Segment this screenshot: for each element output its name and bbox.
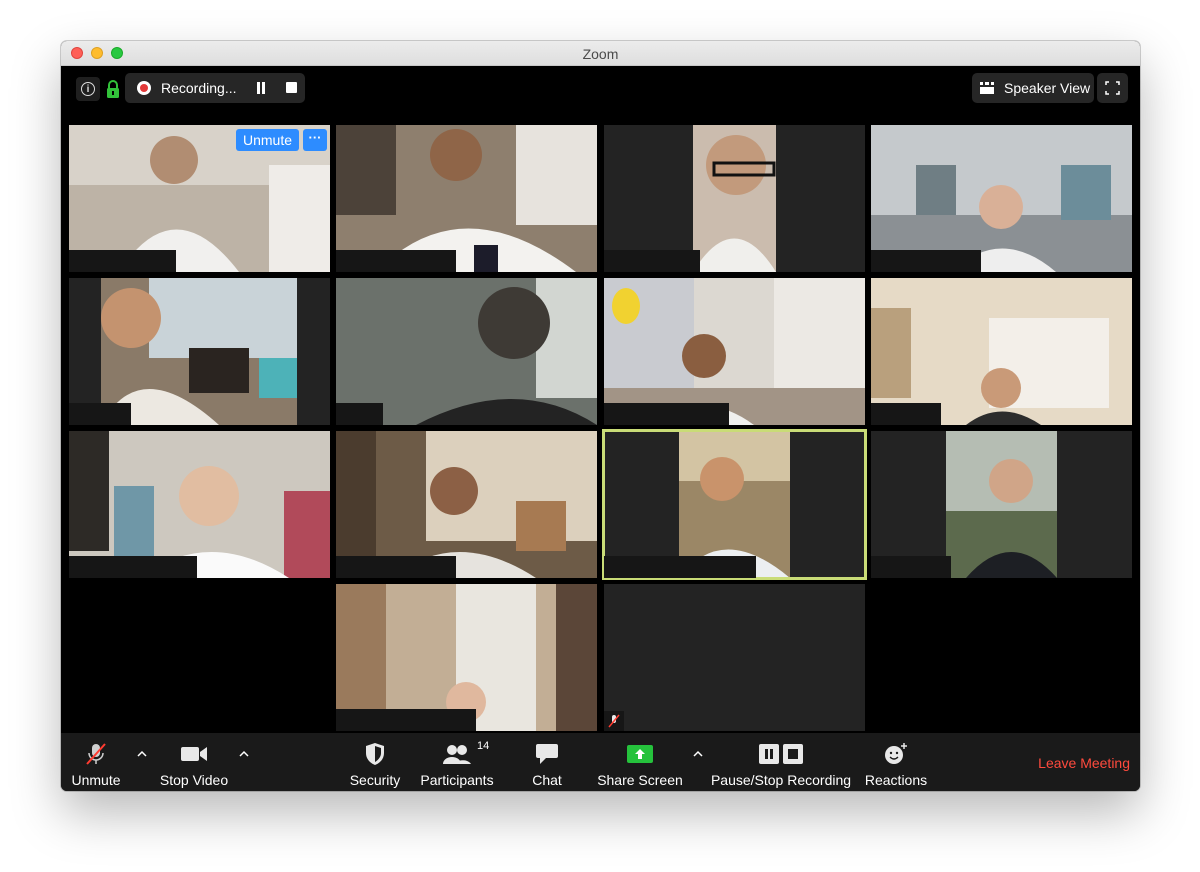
muted-mic-icon bbox=[83, 740, 109, 768]
name-label bbox=[69, 403, 131, 425]
name-label bbox=[871, 403, 941, 425]
video-tile[interactable] bbox=[336, 125, 597, 272]
shield-icon bbox=[364, 740, 386, 768]
video-tile[interactable] bbox=[871, 431, 1132, 578]
muted-mic-icon bbox=[604, 711, 624, 731]
pause-stop-label: Pause/Stop Recording bbox=[710, 772, 852, 788]
video-tile[interactable] bbox=[336, 584, 597, 731]
fullscreen-button[interactable] bbox=[1097, 73, 1128, 103]
unmute-button[interactable]: Unmute bbox=[69, 733, 123, 791]
video-tile[interactable] bbox=[69, 431, 330, 578]
name-label bbox=[69, 250, 176, 272]
unmute-label: Unmute bbox=[71, 772, 121, 788]
share-screen-button[interactable]: Share Screen bbox=[597, 733, 683, 791]
chevron-up-icon[interactable] bbox=[137, 749, 147, 759]
video-tile[interactable] bbox=[336, 431, 597, 578]
meeting-toolbar: Unmute Stop Video Security Participants … bbox=[61, 733, 1140, 791]
share-screen-label: Share Screen bbox=[597, 772, 683, 788]
chat-bubble-icon bbox=[535, 740, 559, 768]
leave-meeting-button[interactable]: Leave Meeting bbox=[1038, 755, 1130, 771]
speaker-view-icon bbox=[980, 82, 994, 94]
unmute-participant-button[interactable]: Unmute bbox=[235, 129, 299, 151]
lock-icon[interactable] bbox=[106, 79, 120, 99]
smiley-add-icon bbox=[883, 740, 909, 768]
video-tile-active-speaker[interactable] bbox=[602, 429, 867, 580]
chat-button[interactable]: Chat bbox=[527, 733, 567, 791]
recording-indicator: Recording... bbox=[125, 73, 305, 103]
name-label bbox=[871, 250, 981, 272]
participants-label: Participants bbox=[420, 772, 494, 788]
reactions-button[interactable]: Reactions bbox=[865, 733, 927, 791]
name-label bbox=[604, 250, 700, 272]
video-tile[interactable] bbox=[871, 125, 1132, 272]
pause-recording-button[interactable] bbox=[255, 82, 267, 94]
security-label: Security bbox=[349, 772, 401, 788]
chevron-up-icon[interactable] bbox=[693, 749, 703, 759]
pause-stop-recording-button[interactable]: Pause/Stop Recording bbox=[710, 733, 852, 791]
security-button[interactable]: Security bbox=[347, 733, 403, 791]
video-tile[interactable] bbox=[69, 278, 330, 425]
name-label bbox=[336, 709, 476, 731]
speaker-view-button[interactable]: Speaker View bbox=[972, 73, 1094, 103]
stop-video-label: Stop Video bbox=[159, 772, 229, 788]
participants-count: 14 bbox=[477, 740, 490, 752]
video-tile[interactable] bbox=[604, 278, 865, 425]
name-label bbox=[604, 556, 756, 578]
video-tile[interactable]: Unmute ··· bbox=[69, 125, 330, 272]
video-tile[interactable] bbox=[336, 278, 597, 425]
window-title: Zoom bbox=[582, 46, 619, 62]
reactions-label: Reactions bbox=[864, 772, 928, 788]
info-icon: i bbox=[81, 82, 95, 96]
pause-stop-icon bbox=[758, 740, 804, 768]
title-bar: Zoom bbox=[61, 41, 1140, 66]
stop-recording-button[interactable] bbox=[286, 82, 297, 93]
share-screen-icon bbox=[626, 740, 654, 768]
speaker-view-label: Speaker View bbox=[1004, 80, 1091, 96]
meeting-info-button[interactable]: i bbox=[76, 77, 100, 101]
zoom-window: Zoom i Recording... Speaker View Unmute … bbox=[61, 41, 1140, 791]
name-label bbox=[69, 556, 197, 578]
chat-label: Chat bbox=[532, 772, 562, 788]
video-tile[interactable] bbox=[604, 125, 865, 272]
video-camera-icon bbox=[180, 740, 208, 768]
record-icon bbox=[137, 81, 151, 95]
meeting-top-bar: i Recording... Speaker View bbox=[61, 65, 1140, 117]
name-label bbox=[604, 403, 729, 425]
fullscreen-icon bbox=[1105, 81, 1120, 95]
participants-icon bbox=[442, 740, 472, 768]
video-tile[interactable] bbox=[604, 584, 865, 731]
gallery-view: Unmute ··· bbox=[61, 117, 1140, 733]
name-label bbox=[336, 250, 456, 272]
name-label bbox=[336, 403, 383, 425]
recording-label: Recording... bbox=[161, 80, 237, 96]
name-label bbox=[336, 556, 456, 578]
video-tile[interactable] bbox=[871, 278, 1132, 425]
name-label bbox=[871, 556, 951, 578]
stop-video-button[interactable]: Stop Video bbox=[159, 733, 229, 791]
more-options-button[interactable]: ··· bbox=[303, 129, 327, 151]
chevron-up-icon[interactable] bbox=[239, 749, 249, 759]
